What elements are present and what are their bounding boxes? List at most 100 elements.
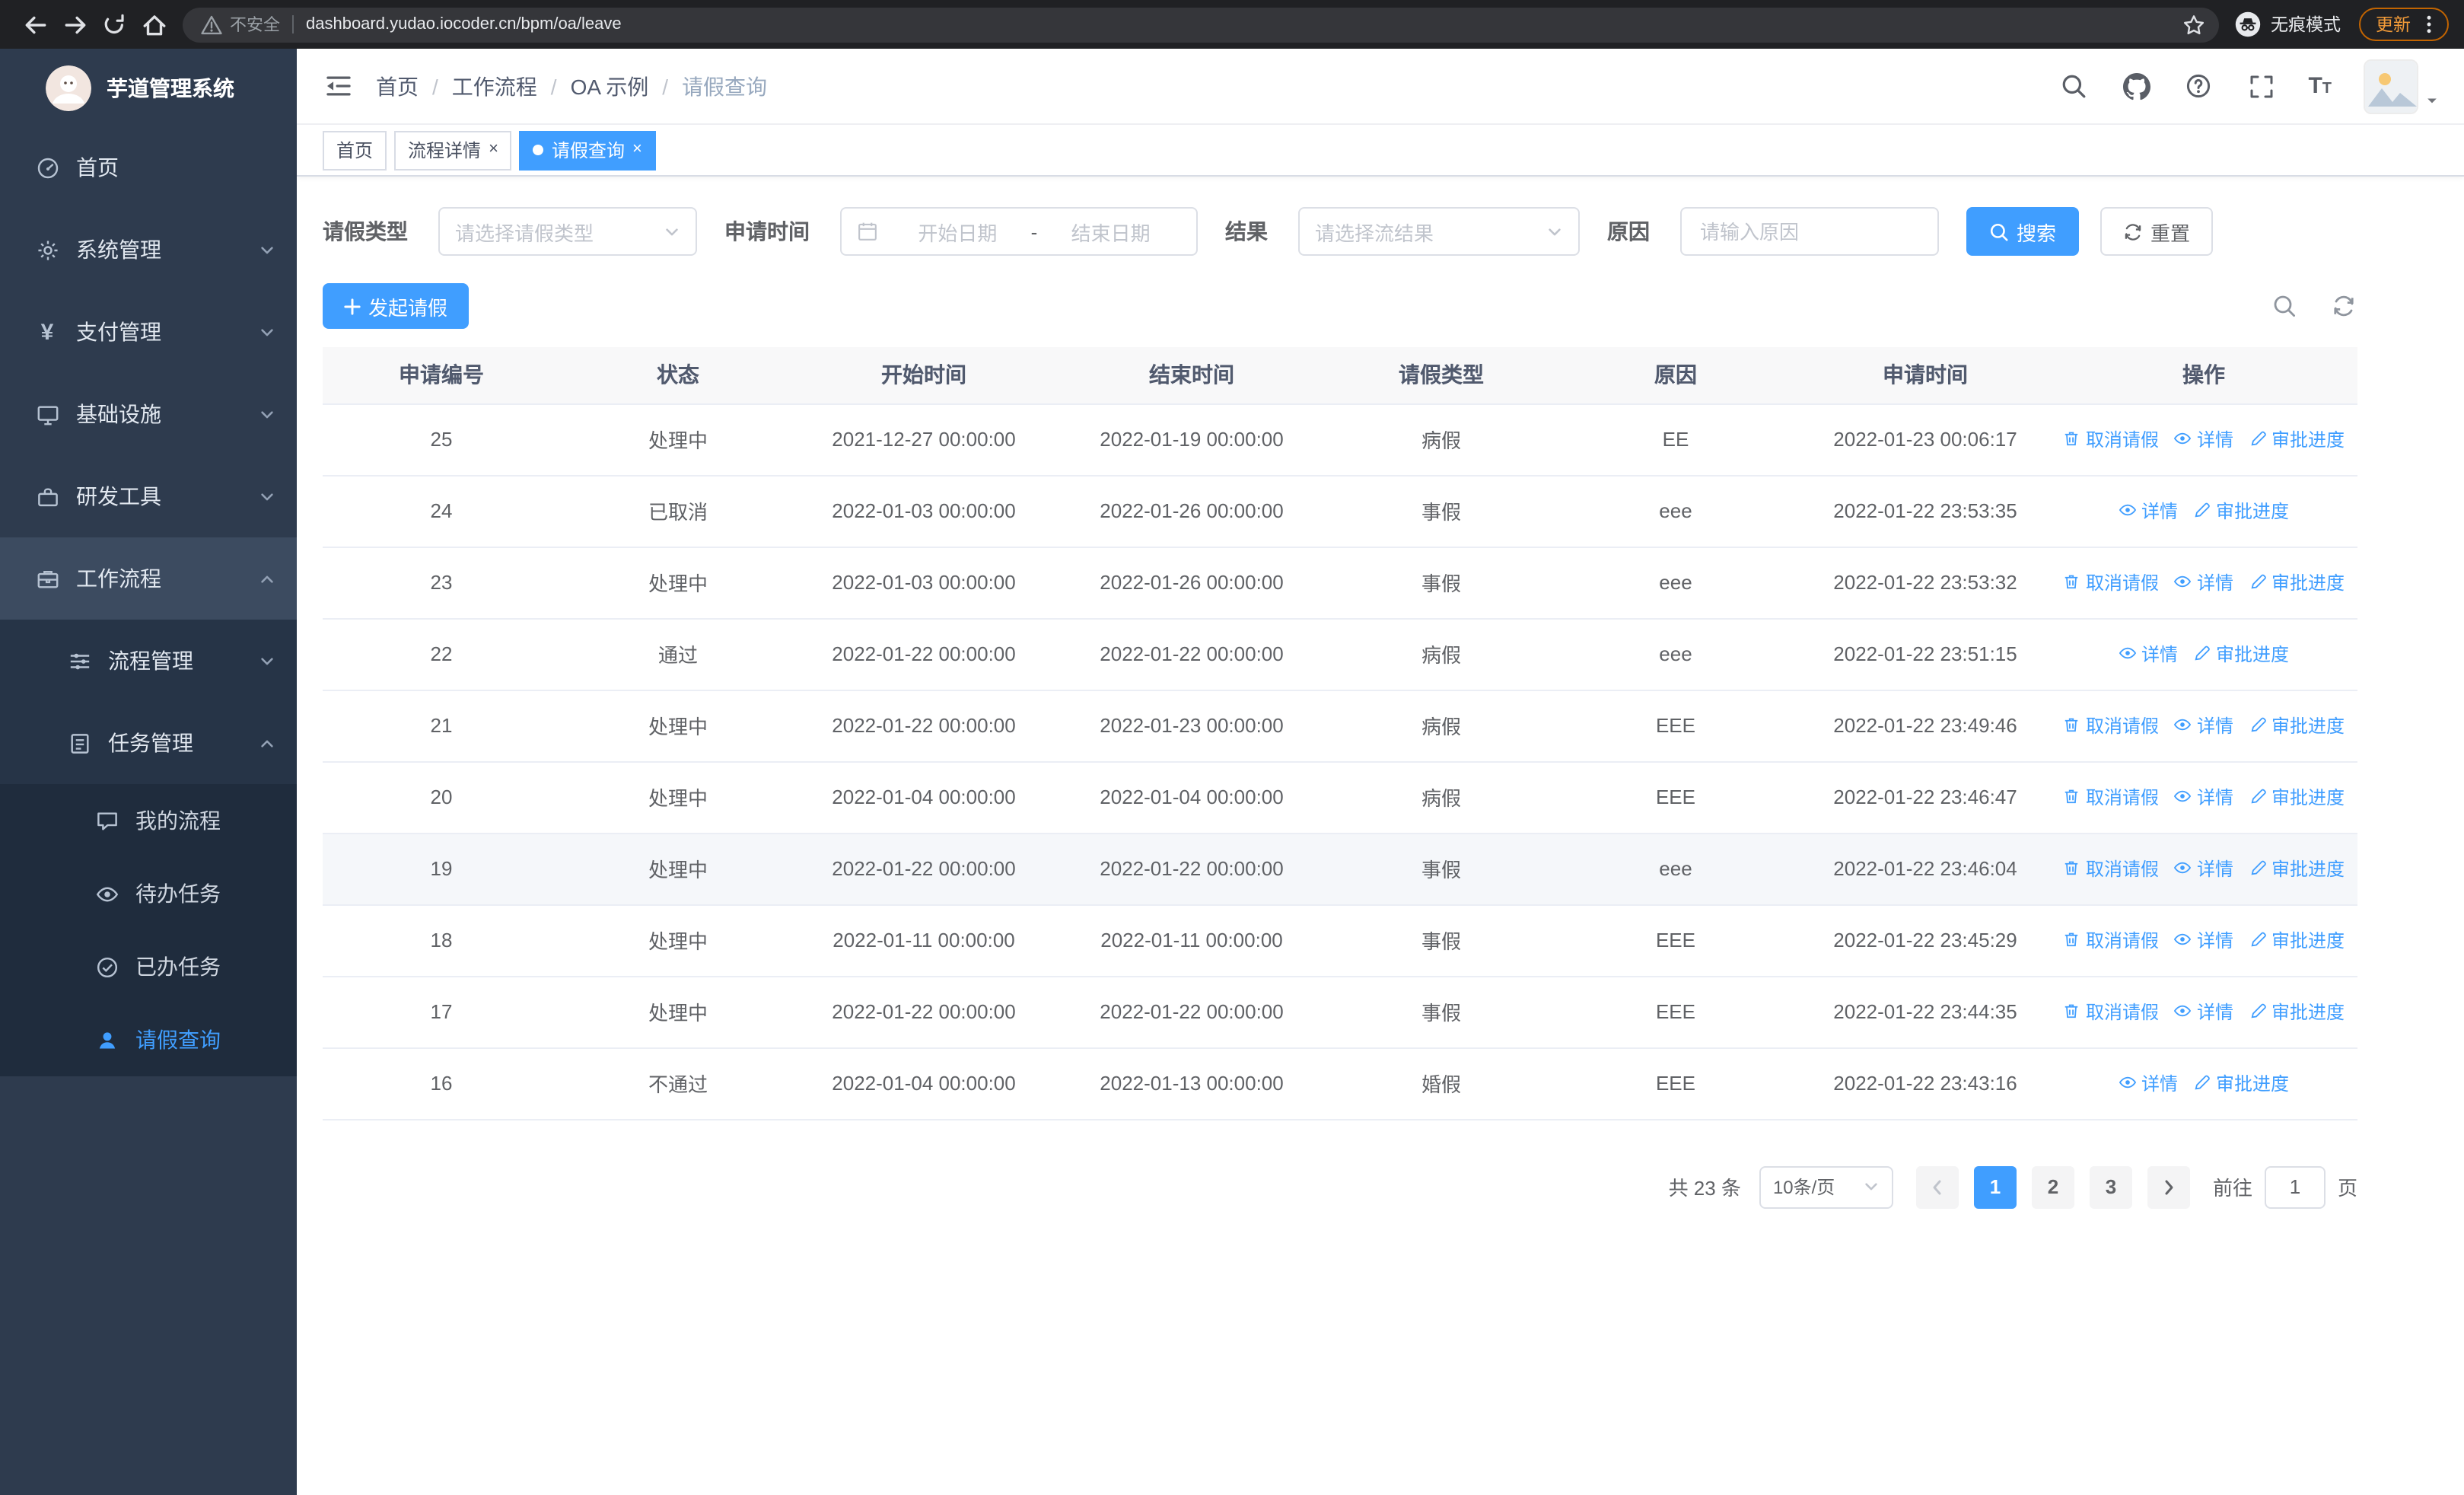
browser-menu-kebab-icon[interactable] [2415,11,2443,38]
sidebar-item-payment[interactable]: ¥ 支付管理 [0,291,297,373]
avatar[interactable] [2364,59,2418,113]
cell-reason: eee [1551,618,1800,690]
cell-actions: 详情 审批进度 [2050,618,2357,690]
page-button-1[interactable]: 1 [1973,1165,2017,1208]
address-bar[interactable]: 不安全 dashboard.yudao.iocoder.cn/bpm/oa/le… [183,7,2219,42]
cell-end-time: 2022-01-22 00:00:00 [1052,618,1332,690]
next-page-button[interactable] [2147,1165,2190,1208]
tab-process-detail[interactable]: 流程详情 × [394,130,512,170]
sidebar-item-workflow[interactable]: 工作流程 [0,537,297,620]
cell-apply-time: 2022-01-22 23:51:15 [1800,618,2050,690]
bookmark-star-icon[interactable] [2176,8,2210,41]
approval-progress-link[interactable]: 审批进度 [2249,856,2345,881]
detail-link[interactable]: 详情 [2119,641,2178,667]
breadcrumb-home[interactable]: 首页 [376,71,419,101]
cell-reason: eee [1551,475,1800,547]
apply-time-label: 申请时间 [724,219,810,244]
edit-icon [2195,503,2210,518]
prev-page-button[interactable] [1915,1165,1959,1208]
cancel-leave-link[interactable]: 取消请假 [2063,927,2159,953]
cancel-leave-link[interactable]: 取消请假 [2063,784,2159,810]
page-button-3[interactable]: 3 [2089,1165,2132,1208]
cell-leave-type: 事假 [1332,547,1551,619]
font-size-icon[interactable]: TT [2308,73,2332,99]
goto-page-input[interactable] [2264,1165,2326,1208]
detail-link[interactable]: 详情 [2174,784,2233,810]
reload-button[interactable] [94,5,134,44]
cancel-leave-link[interactable]: 取消请假 [2063,712,2159,738]
detail-link[interactable]: 详情 [2174,426,2233,452]
breadcrumb-oa-example[interactable]: OA 示例 [571,71,649,101]
sidebar-item-done-tasks[interactable]: 已办任务 [0,930,297,1003]
cancel-leave-link[interactable]: 取消请假 [2063,999,2159,1025]
logo[interactable]: 芋道管理系统 [0,49,297,126]
detail-link[interactable]: 详情 [2174,927,2233,953]
back-button[interactable] [15,5,55,44]
sidebar-item-task-management[interactable]: 任务管理 [0,702,297,784]
cancel-leave-link[interactable]: 取消请假 [2063,426,2159,452]
sidebar-item-leave-query[interactable]: 请假查询 [0,1003,297,1076]
approval-progress-link[interactable]: 审批进度 [2249,784,2345,810]
cell-end-time: 2022-01-26 00:00:00 [1052,547,1332,619]
sidebar-item-my-processes[interactable]: 我的流程 [0,784,297,857]
toggle-search-icon[interactable] [2272,293,2298,319]
reset-button[interactable]: 重置 [2100,207,2214,256]
approval-progress-link[interactable]: 审批进度 [2193,1070,2289,1096]
sidebar-item-infrastructure[interactable]: 基础设施 [0,373,297,455]
fullscreen-icon[interactable] [2246,71,2276,101]
close-icon[interactable]: × [632,141,642,158]
cancel-leave-link[interactable]: 取消请假 [2063,569,2159,595]
detail-link[interactable]: 详情 [2174,712,2233,738]
create-leave-button[interactable]: 发起请假 [323,283,470,329]
approval-progress-link[interactable]: 审批进度 [2249,426,2345,452]
approval-progress-link[interactable]: 审批进度 [2193,498,2289,524]
delete-icon [2065,933,2079,947]
github-icon[interactable] [2121,71,2151,101]
sidebar-item-devtools[interactable]: 研发工具 [0,455,297,537]
pagination: 共 23 条 10条/页 1 2 3 前往 1 页 [323,1165,2357,1208]
result-select[interactable]: 请选择流结果 [1298,207,1580,256]
sidebar-item-process-management[interactable]: 流程管理 [0,620,297,702]
checklist-icon [67,731,91,755]
search-button[interactable]: 搜索 [1966,207,2080,256]
tab-leave-query[interactable]: 请假查询 × [519,130,656,170]
cell-start-time: 2022-01-22 00:00:00 [796,690,1052,762]
menu-fold-icon[interactable] [320,68,356,104]
breadcrumb-workflow[interactable]: 工作流程 [452,71,537,101]
page-size-select[interactable]: 10条/页 [1759,1165,1893,1208]
table-row: 18 处理中 2022-01-11 00:00:00 2022-01-11 00:00… [323,904,2357,977]
tab-home[interactable]: 首页 [323,130,387,170]
cell-leave-type: 事假 [1332,976,1551,1048]
detail-link[interactable]: 详情 [2119,498,2178,524]
approval-progress-link[interactable]: 审批进度 [2249,712,2345,738]
detail-link[interactable]: 详情 [2174,569,2233,595]
update-button[interactable]: 更新 [2359,8,2449,41]
detail-link[interactable]: 详情 [2174,999,2233,1025]
forward-button[interactable] [55,5,94,44]
divider [292,15,294,33]
sidebar-item-todo-tasks[interactable]: 待办任务 [0,857,297,930]
search-icon[interactable] [2058,71,2089,101]
cancel-leave-link[interactable]: 取消请假 [2063,856,2159,881]
page-button-2[interactable]: 2 [2031,1165,2074,1208]
approval-progress-link[interactable]: 审批进度 [2249,999,2345,1025]
approval-progress-link[interactable]: 审批进度 [2249,927,2345,953]
cell-actions: 取消请假 详情 审批进度 [2050,761,2357,834]
apply-time-range-picker[interactable]: 开始日期 - 结束日期 [840,207,1198,256]
help-icon[interactable] [2183,71,2214,101]
user-menu[interactable] [2364,59,2440,113]
approval-progress-link[interactable]: 审批进度 [2193,641,2289,667]
reason-input[interactable] [1680,207,1939,256]
detail-link[interactable]: 详情 [2119,1070,2178,1096]
refresh-table-icon[interactable] [2332,293,2357,319]
close-icon[interactable]: × [489,141,498,158]
leave-type-select[interactable]: 请选择请假类型 [438,207,697,256]
detail-link[interactable]: 详情 [2174,856,2233,881]
active-dot [533,145,544,155]
view-icon [2174,576,2192,588]
home-button[interactable] [134,5,173,44]
approval-progress-link[interactable]: 审批进度 [2249,569,2345,595]
sidebar-item-system[interactable]: 系统管理 [0,209,297,291]
cell-request-id: 20 [323,761,560,834]
sidebar-item-home[interactable]: 首页 [0,126,297,209]
